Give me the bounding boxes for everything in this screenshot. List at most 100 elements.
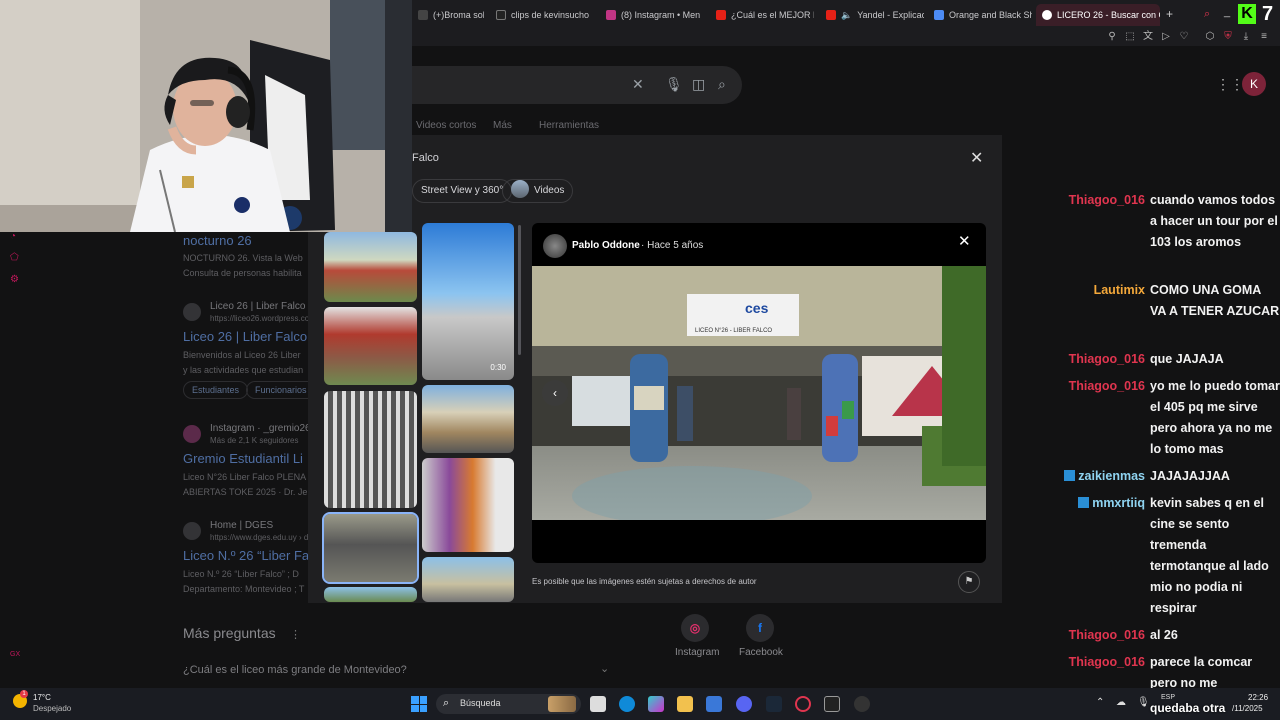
chat-username[interactable]: Thiagoo_016 (1069, 625, 1145, 646)
tab-clips[interactable]: clips de kevinsucho (490, 4, 594, 26)
image-thumbnail[interactable] (324, 391, 417, 508)
facebook-label[interactable]: Facebook (739, 647, 783, 658)
chip-funcionarios[interactable]: Funcionarios (246, 381, 316, 399)
image-thumbnail[interactable] (324, 232, 417, 302)
school-entrance-photo[interactable]: ces LICEO N°26 - LIBER FALCO (532, 266, 986, 520)
onedrive-icon[interactable]: ☁ (1116, 697, 1126, 708)
clear-search-icon[interactable]: ✕ (632, 76, 644, 93)
heart-icon[interactable]: ♡ (1178, 31, 1190, 43)
tray-chevron-icon[interactable]: ⌃ (1096, 697, 1104, 708)
filter-videos[interactable]: Videos (502, 179, 574, 203)
chip-estudiantes[interactable]: Estudiantes (183, 381, 249, 399)
weather-badge: 1 (20, 690, 28, 698)
search-tabs-icon[interactable]: ⌕ (1204, 8, 1210, 21)
previous-image-button[interactable]: ‹ (542, 380, 568, 406)
windows-start-icon[interactable] (411, 696, 427, 712)
weather-temperature[interactable]: 17°C (33, 693, 51, 702)
store-icon[interactable] (706, 696, 722, 712)
thumbnail-scrollbar[interactable] (518, 225, 521, 355)
tab-yandel[interactable]: 🔈 Yandel - Explicac (820, 4, 924, 26)
image-thumbnail[interactable] (422, 557, 514, 602)
image-thumbnail[interactable] (422, 458, 514, 552)
chat-username[interactable]: mmxrtiiq (1078, 493, 1145, 514)
instagram-label[interactable]: Instagram (675, 647, 719, 658)
copilot-icon[interactable] (648, 696, 664, 712)
discord-icon[interactable] (736, 696, 752, 712)
opera-gx-icon[interactable] (795, 696, 811, 712)
microphone-icon[interactable]: 🎙 (1137, 697, 1150, 708)
speaker-icon: 🔈 (841, 9, 853, 20)
result-title[interactable]: nocturno 26 (183, 233, 252, 248)
image-thumbnail[interactable] (324, 307, 417, 385)
chat-username[interactable]: Thiagoo_016 (1069, 652, 1145, 673)
screenshot-icon[interactable]: ⬚ (1124, 31, 1136, 43)
clock-time[interactable]: 22:26 (1248, 693, 1268, 702)
tab-orange-black[interactable]: Orange and Black Sh (928, 4, 1032, 26)
result-site: Home | DGES (210, 520, 274, 531)
result-title[interactable]: Liceo N.º 26 “Liber Fa (183, 548, 309, 563)
tab-instagram[interactable]: (8) Instagram • Men (600, 4, 704, 26)
question-item[interactable]: ¿Cuál es el liceo más grande de Montevid… (183, 664, 407, 676)
menu-icon[interactable]: ≡ (1258, 31, 1270, 43)
chat-username[interactable]: Thiagoo_016 (1069, 190, 1145, 211)
nav-mas[interactable]: Más (493, 120, 512, 131)
translate-icon[interactable]: 文 (1142, 31, 1154, 43)
chat-username[interactable]: zaikienmas (1064, 466, 1145, 487)
epic-games-icon[interactable] (824, 696, 840, 712)
nav-herramientas[interactable]: Herramientas (539, 120, 599, 131)
pin-icon[interactable]: ⚲ (1106, 31, 1118, 43)
result-title[interactable]: Gremio Estudiantil Li (183, 451, 303, 466)
search-icon: ⌕ (443, 697, 450, 709)
facebook-icon[interactable]: f (746, 614, 774, 642)
camera-lens-icon[interactable]: ◫ (692, 76, 705, 93)
apps-grid-icon[interactable]: ⋮⋮ (1216, 76, 1244, 93)
author-name[interactable]: Pablo Oddone (572, 240, 640, 251)
author-avatar[interactable] (543, 234, 567, 258)
search-icon[interactable]: ⌕ (718, 76, 726, 93)
nav-videos-cortos[interactable]: Videos cortos (416, 120, 476, 131)
play-icon[interactable]: ▷ (1160, 31, 1172, 43)
sidebar-gx-icon[interactable]: GX (10, 651, 22, 663)
chat-username[interactable]: Thiagoo_016 (1069, 376, 1145, 397)
image-thumbnail-selected[interactable] (322, 512, 419, 584)
extension-icon[interactable]: ⬡ (1204, 31, 1216, 43)
steam-icon[interactable] (766, 696, 782, 712)
instagram-icon[interactable]: ◎ (681, 614, 709, 642)
sidebar-clock-icon[interactable]: ◔ (10, 231, 22, 243)
weather-description[interactable]: Despejado (33, 704, 71, 713)
youtube-icon (826, 10, 836, 20)
tab-broma[interactable]: (+)Broma sobre e (412, 4, 484, 26)
more-options-icon[interactable]: ⋮ (290, 628, 301, 641)
obs-icon[interactable] (854, 696, 870, 712)
account-avatar[interactable]: K (1242, 72, 1266, 96)
chat-username-text: zaikienmas (1078, 469, 1145, 483)
result-title[interactable]: Liceo 26 | Liber Falco (183, 329, 307, 344)
tab-youtube-mejor[interactable]: ¿Cuál es el MEJOR F (710, 4, 814, 26)
edge-icon[interactable] (619, 696, 635, 712)
sidebar-settings-icon[interactable]: ⚙ (10, 274, 22, 286)
language-indicator[interactable]: ESP (1161, 694, 1175, 701)
result-site: Liceo 26 | Liber Falco (210, 301, 306, 312)
chat-username[interactable]: Lautimix (1094, 280, 1145, 301)
chat-username[interactable]: Thiagoo_016 (1069, 349, 1145, 370)
filter-street-view[interactable]: Street View y 360° (412, 179, 513, 203)
vpn-icon[interactable]: ⛨ (1222, 31, 1234, 43)
result-snippet: Consulta de personas habilita (183, 268, 302, 278)
image-thumbnail[interactable] (324, 587, 417, 602)
image-thumbnail[interactable]: 0:30 (422, 223, 514, 380)
close-icon[interactable]: ✕ (958, 232, 971, 250)
new-tab-button[interactable]: + (1166, 7, 1173, 21)
microphone-icon[interactable]: 🎙 (665, 76, 683, 93)
clock-date[interactable]: /11/2025 (1232, 704, 1263, 713)
minimize-icon[interactable]: _ (1224, 6, 1230, 18)
download-icon[interactable]: ⤓ (1240, 31, 1252, 43)
image-thumbnail[interactable] (422, 385, 514, 453)
chat-text: yo me lo puedo tomar el 405 pq me sirve … (1150, 379, 1280, 456)
file-explorer-icon[interactable] (677, 696, 693, 712)
close-icon[interactable]: ✕ (970, 148, 983, 168)
report-flag-icon[interactable]: ⚑ (958, 571, 980, 593)
chevron-down-icon[interactable]: ⌄ (600, 662, 609, 675)
tab-google-search[interactable]: LICERO 26 - Buscar con G (1036, 4, 1160, 26)
task-view-icon[interactable] (590, 696, 606, 712)
sidebar-bag-icon[interactable]: ⬠ (10, 252, 22, 264)
